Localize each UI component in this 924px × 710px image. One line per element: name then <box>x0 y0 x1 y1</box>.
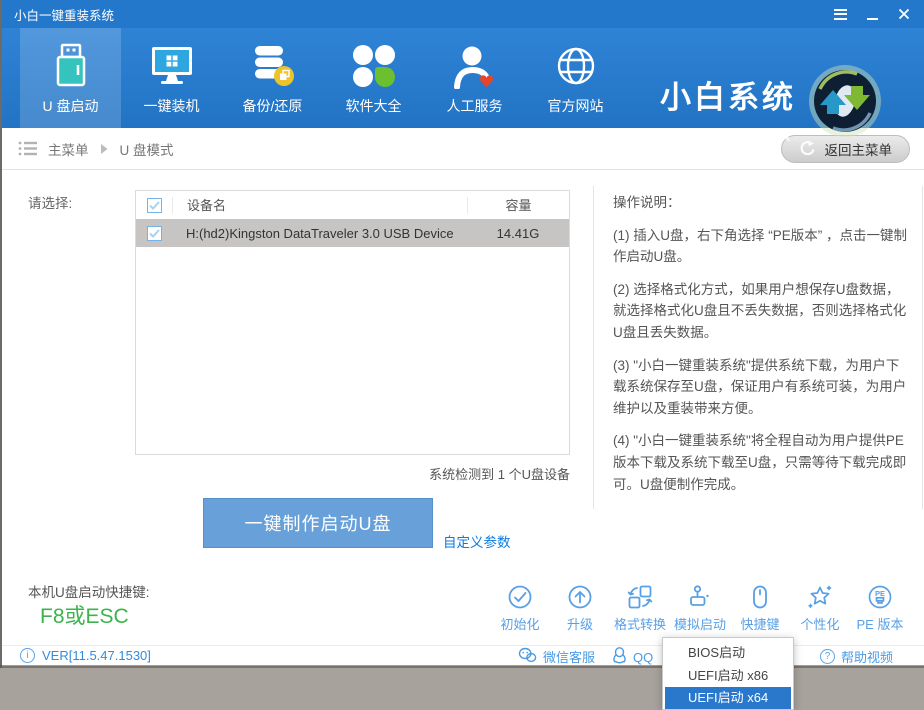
device-table: 设备名 容量 H:(hd2)Kingston DataTraveler 3.0 … <box>135 190 570 455</box>
chevron-right-icon <box>101 144 108 154</box>
breadcrumb-current: U 盘模式 <box>120 139 174 159</box>
list-icon <box>18 140 38 157</box>
info-icon: i <box>20 648 35 663</box>
device-name: H:(hd2)Kingston DataTraveler 3.0 USB Dev… <box>172 226 467 241</box>
version-info: i VER[11.5.47.1530] <box>20 648 151 663</box>
hotkey-value: F8或ESC <box>40 600 129 630</box>
back-button-label: 返回主菜单 <box>825 139 893 159</box>
tool-format-convert[interactable]: 格式转换 <box>610 583 670 633</box>
mouse-icon <box>747 583 773 611</box>
nav-item-usb-boot[interactable]: U 盘启动 <box>20 28 121 128</box>
brand-name: 小白系统 <box>646 72 810 117</box>
upgrade-arrow-icon <box>567 583 593 611</box>
nav-label: 软件大全 <box>346 96 402 116</box>
help-video-link[interactable]: ? 帮助视频 <box>820 647 893 666</box>
qq-label: QQ <box>633 650 653 665</box>
nav-label: 一键装机 <box>144 96 200 116</box>
utility-toolbar: 初始化 升级 格式转换 <box>490 583 910 633</box>
column-header-device-name: 设备名 <box>172 197 467 214</box>
row-checkbox[interactable] <box>147 226 162 241</box>
custom-params-link[interactable]: 自定义参数 <box>443 531 511 551</box>
tool-upgrade[interactable]: 升级 <box>550 583 610 633</box>
select-prompt: 请选择: <box>28 192 72 212</box>
nav-label: 官方网站 <box>548 96 604 116</box>
format-convert-icon <box>627 583 653 611</box>
instruction-step: (1) 插入U盘，右下角选择 “PE版本” ，点击一键制作启动U盘。 <box>613 225 907 268</box>
titlebar: 小白一键重装系统 <box>0 0 924 28</box>
menu-icon[interactable] <box>832 6 848 22</box>
instructions-title: 操作说明： <box>613 192 907 214</box>
help-label: 帮助视频 <box>841 647 893 666</box>
nav-item-service[interactable]: 人工服务 <box>424 28 525 128</box>
app-window: 小白一键重装系统 U 盘启动 <box>0 0 924 710</box>
brand-slogan: 最好用的系统重装工具 <box>646 125 810 144</box>
menu-item-uefi-x86[interactable]: UEFI启动 x86 <box>663 664 793 687</box>
device-capacity: 14.41G <box>467 226 569 241</box>
hotkey-label: 本机U盘启动快捷键: <box>28 581 150 601</box>
svg-text:PE: PE <box>875 589 885 598</box>
pe-version-icon: PE <box>867 583 893 611</box>
nav-label: 备份/还原 <box>243 96 303 116</box>
tool-hotkeys[interactable]: 快捷键 <box>730 583 790 633</box>
check-circle-icon <box>507 583 533 611</box>
main-nav: U 盘启动 一键装机 <box>0 28 924 128</box>
brand-logo-icon <box>808 64 882 138</box>
nav-item-website[interactable]: 官方网站 <box>525 28 626 128</box>
wechat-label: 微信客服 <box>543 647 595 666</box>
qq-penguin-icon <box>612 647 627 667</box>
nav-item-one-key-install[interactable]: 一键装机 <box>121 28 222 128</box>
select-all-checkbox[interactable] <box>147 198 162 213</box>
globe-icon <box>553 41 599 91</box>
wechat-support-link[interactable]: 微信客服 <box>518 647 595 666</box>
nav-item-software[interactable]: 软件大全 <box>323 28 424 128</box>
question-icon: ? <box>820 649 835 664</box>
backup-restore-icon <box>250 41 296 91</box>
joystick-icon <box>687 583 713 611</box>
close-icon[interactable] <box>896 6 912 22</box>
menu-item-uefi-x64[interactable]: UEFI启动 x64 <box>665 687 791 709</box>
usb-drive-icon <box>49 41 93 91</box>
make-boot-usb-button[interactable]: 一键制作启动U盘 <box>203 498 433 548</box>
instructions-panel: 操作说明： (1) 插入U盘，右下角选择 “PE版本” ，点击一键制作启动U盘。… <box>593 186 923 509</box>
wechat-icon <box>518 647 537 666</box>
nav-label: U 盘启动 <box>43 96 99 116</box>
window-controls <box>832 0 912 28</box>
brand-block: 小白系统 最好用的系统重装工具 <box>646 72 810 144</box>
detect-status-text: 系统检测到 1 个U盘设备 <box>429 464 570 483</box>
breadcrumb-root[interactable]: 主菜单 <box>48 139 89 159</box>
instruction-step: (3) "小白一键重装系统"提供系统下载，为用户下载系统保存至U盘，保证用户有系… <box>613 355 907 420</box>
menu-item-bios-boot[interactable]: BIOS启动 <box>663 641 793 664</box>
qq-support-link[interactable]: QQ <box>612 647 653 667</box>
device-table-header: 设备名 容量 <box>136 191 569 219</box>
instruction-step: (2) 选择格式化方式，如果用户想保存U盘数据，就选择格式化U盘且不丢失数据，否… <box>613 279 907 344</box>
boot-mode-menu: BIOS启动 UEFI启动 x86 UEFI启动 x64 <box>662 637 794 710</box>
monitor-icon <box>148 41 196 91</box>
tool-simulate-boot[interactable]: 模拟启动 <box>670 583 730 633</box>
instruction-step: (4) "小白一键重装系统"将全程自动为用户提供PE版本下载及系统下载至U盘，只… <box>613 430 907 495</box>
nav-item-backup-restore[interactable]: 备份/还原 <box>222 28 323 128</box>
software-clover-icon <box>353 41 395 91</box>
column-header-capacity: 容量 <box>467 197 569 214</box>
table-row-usb-device[interactable]: H:(hd2)Kingston DataTraveler 3.0 USB Dev… <box>136 219 569 247</box>
tool-initialize[interactable]: 初始化 <box>490 583 550 633</box>
minimize-icon[interactable] <box>864 6 880 22</box>
tool-pe-version[interactable]: PE PE 版本 <box>850 583 910 633</box>
window-left-edge <box>0 0 2 668</box>
window-title: 小白一键重装系统 <box>14 5 114 24</box>
star-icon <box>807 583 833 611</box>
nav-label: 人工服务 <box>447 96 503 116</box>
version-text: VER[11.5.47.1530] <box>42 648 151 663</box>
tool-personalize[interactable]: 个性化 <box>790 583 850 633</box>
customer-service-icon <box>453 41 497 91</box>
